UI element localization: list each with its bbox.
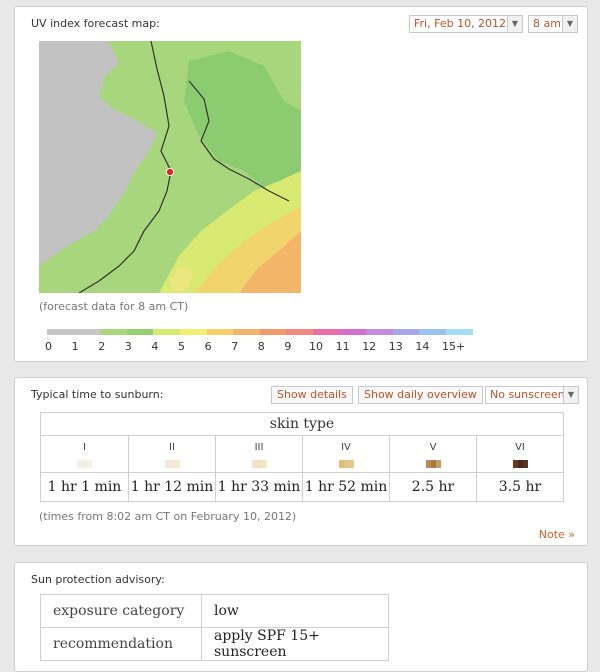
- sunburn-time: 1 hr 12 min: [128, 472, 216, 502]
- legend-label: 9: [284, 340, 292, 353]
- hour-select[interactable]: 8 am ▼: [528, 15, 578, 33]
- skin-tone-chip: [522, 460, 528, 468]
- legend-label: 12: [362, 340, 377, 353]
- skin-type-row: I II III IV V VI: [40, 435, 564, 473]
- skin-tone-chip: [174, 460, 180, 468]
- legend-label: 10: [309, 340, 323, 353]
- skin-type-cell: V: [389, 435, 477, 473]
- sunburn-title: Typical time to sunburn:: [31, 388, 164, 401]
- sunburn-table: skin type I II III IV V VI 1 hr 1 min 1 hr 12 …: [40, 412, 564, 502]
- skin-tone-chip: [348, 460, 354, 468]
- advisory-panel: Sun protection advisory: exposure catego…: [14, 562, 588, 672]
- legend-swatch: [100, 329, 127, 335]
- skin-type-label: V: [429, 442, 437, 453]
- legend-label: 15+: [442, 340, 466, 353]
- times-caption: (times from 8:02 am CT on February 10, 2…: [39, 510, 297, 523]
- skin-type-cell: III: [215, 435, 303, 473]
- sunburn-time: 3.5 hr: [476, 472, 564, 502]
- location-marker[interactable]: [165, 167, 175, 177]
- advisory-table: exposure category low recommendation apply …: [40, 594, 389, 661]
- chevron-down-icon: ▼: [563, 387, 578, 403]
- sunburn-panel: Typical time to sunburn: Show details Sh…: [14, 377, 588, 546]
- legend-swatch: [392, 329, 420, 335]
- legend-swatch: [312, 329, 340, 335]
- chevron-down-icon: ▼: [562, 16, 577, 32]
- skin-type-cell: I: [40, 435, 129, 473]
- legend-label: 5: [178, 340, 185, 353]
- legend-swatch: [153, 329, 180, 335]
- legend-swatch: [259, 329, 287, 335]
- skin-type-cell: II: [128, 435, 216, 473]
- sunscreen-select[interactable]: No sunscreen ▼: [485, 386, 579, 404]
- skin-tone-swatch: [303, 460, 389, 468]
- legend-swatch: [47, 329, 74, 335]
- legend-label: 1: [71, 340, 79, 353]
- show-daily-overview-button[interactable]: Show daily overview: [358, 386, 483, 404]
- skin-type-cell: VI: [476, 435, 564, 473]
- skin-tone-swatch: [216, 460, 302, 468]
- legend-label: 6: [204, 340, 212, 353]
- legend-label: 0: [45, 340, 52, 353]
- show-details-button[interactable]: Show details: [271, 386, 353, 404]
- legend-label: 13: [388, 340, 403, 353]
- skin-tone-chip: [87, 460, 92, 468]
- skin-type-cell: IV: [302, 435, 390, 473]
- legend-label: 7: [231, 340, 239, 353]
- skin-tone-swatch: [41, 460, 128, 468]
- map-caption: (forecast data for 8 am CT): [39, 300, 189, 313]
- note-link[interactable]: Note »: [539, 528, 575, 541]
- legend-label: 4: [151, 340, 159, 353]
- advisory-key: recommendation: [40, 627, 202, 661]
- legend-swatch: [179, 329, 207, 335]
- legend-label: 14: [415, 340, 430, 353]
- uv-forecast-title: UV index forecast map:: [31, 17, 160, 30]
- skin-type-label: II: [169, 442, 175, 453]
- legend-label: 11: [335, 340, 350, 353]
- skin-type-label: I: [83, 442, 86, 453]
- sunburn-time: 1 hr 1 min: [40, 472, 129, 502]
- skin-type-label: III: [254, 442, 264, 453]
- sunburn-time-row: 1 hr 1 min 1 hr 12 min 1 hr 33 min 1 hr 52 …: [40, 472, 564, 502]
- legend-swatch: [126, 329, 154, 335]
- advisory-row: recommendation apply SPF 15+ sunscreen: [40, 627, 389, 661]
- skin-tone-swatch: [477, 460, 563, 468]
- uv-legend-bar: [47, 329, 473, 335]
- legend-swatch: [73, 329, 101, 335]
- skin-type-label: VI: [515, 442, 525, 453]
- legend-swatch: [366, 329, 393, 335]
- skin-tone-chip: [435, 460, 441, 468]
- legend-swatch: [206, 329, 234, 335]
- hour-select-value: 8 am: [533, 17, 561, 30]
- date-select-value: Fri, Feb 10, 2012: [414, 17, 507, 30]
- skin-tone-chip: [261, 460, 267, 468]
- advisory-value: apply SPF 15+ sunscreen: [201, 627, 389, 661]
- advisory-key: exposure category: [40, 594, 202, 628]
- advisory-title: Sun protection advisory:: [31, 573, 165, 586]
- advisory-row: exposure category low: [40, 594, 389, 628]
- uv-legend-labels: 0 1 2 3 4 5 6 7 8 9 10 11 12 13 14 15+: [39, 340, 469, 354]
- legend-swatch: [445, 329, 473, 335]
- legend-swatch: [286, 329, 313, 335]
- uv-map[interactable]: [39, 41, 301, 293]
- skin-type-label: IV: [341, 442, 351, 453]
- legend-swatch: [233, 329, 260, 335]
- legend-label: 8: [257, 340, 265, 353]
- legend-label: 3: [124, 340, 132, 353]
- skin-tone-swatch: [390, 460, 476, 468]
- skin-type-header: skin type: [40, 412, 564, 436]
- uv-forecast-panel: UV index forecast map: Fri, Feb 10, 2012…: [14, 6, 588, 362]
- date-select[interactable]: Fri, Feb 10, 2012 ▼: [409, 15, 523, 33]
- sunscreen-select-value: No sunscreen: [490, 388, 565, 401]
- chevron-down-icon: ▼: [507, 16, 522, 32]
- skin-tone-swatch: [129, 460, 215, 468]
- advisory-value: low: [201, 594, 389, 628]
- legend-swatch: [419, 329, 446, 335]
- sunburn-time: 1 hr 33 min: [215, 472, 303, 502]
- sunburn-time: 1 hr 52 min: [302, 472, 390, 502]
- legend-swatch: [339, 329, 367, 335]
- sunburn-time: 2.5 hr: [389, 472, 477, 502]
- legend-label: 2: [98, 340, 106, 353]
